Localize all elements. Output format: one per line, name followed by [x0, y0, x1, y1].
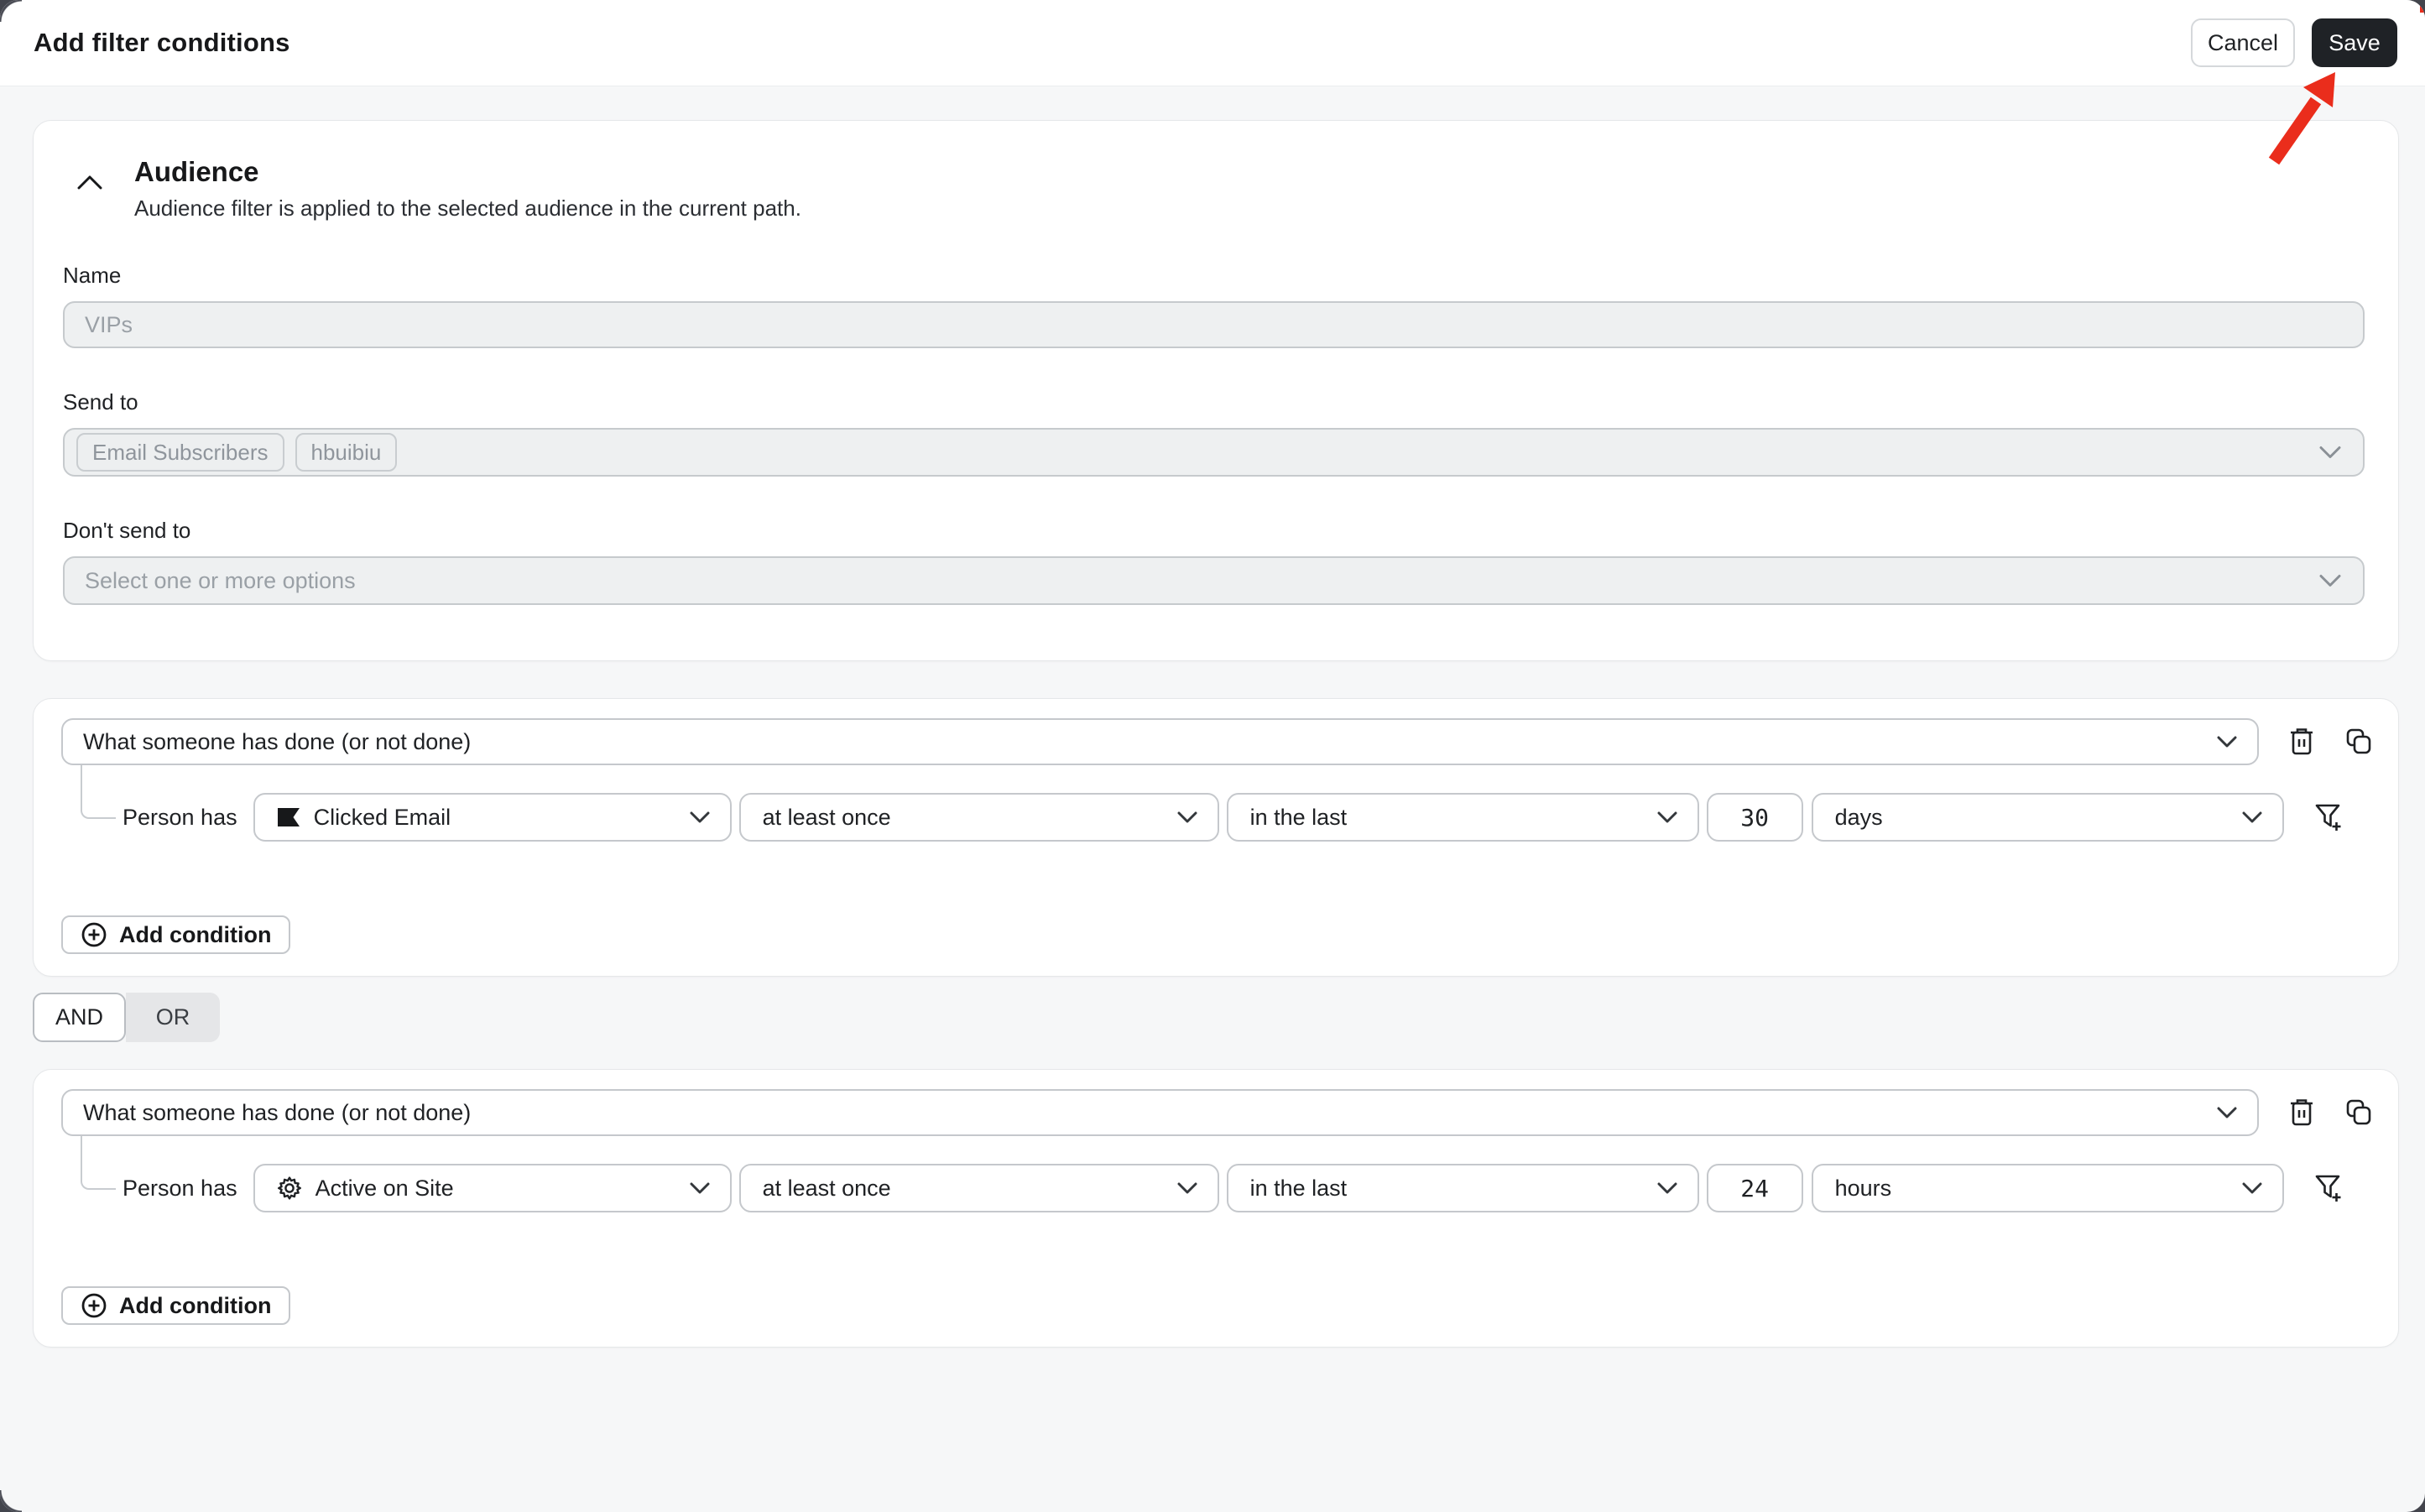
section-title: Audience	[134, 156, 259, 187]
select-placeholder: Select one or more options	[85, 567, 356, 593]
window-corner-artifact	[0, 0, 22, 22]
frequency-select[interactable]: at least once	[738, 793, 1219, 842]
chevron-down-icon	[690, 811, 710, 823]
amount-input[interactable]	[1706, 793, 1803, 842]
logic-or-button[interactable]: OR	[126, 993, 220, 1042]
unit-select[interactable]: hours	[1811, 1164, 2284, 1212]
chevron-down-icon	[1177, 1182, 1197, 1194]
name-label: Name	[63, 263, 122, 288]
condition-type-select[interactable]: What someone has done (or not done)	[61, 1089, 2259, 1136]
frequency-value: at least once	[762, 804, 891, 830]
condition-subject-label: Person has	[123, 804, 237, 830]
add-filter-button[interactable]	[2314, 1173, 2343, 1203]
header-actions: Cancel Save	[2191, 18, 2397, 67]
chevron-down-icon	[2242, 1182, 2262, 1194]
chevron-down-icon	[1657, 1182, 1677, 1194]
condition-type-row: What someone has done (or not done)	[61, 1089, 2373, 1136]
chevron-down-icon	[2217, 1107, 2237, 1118]
dont-send-to-select[interactable]: Select one or more options	[63, 556, 2365, 605]
chevron-down-icon	[1177, 811, 1197, 823]
condition-connector-line	[81, 1136, 116, 1190]
add-filter-button[interactable]	[2314, 802, 2343, 832]
collapse-section-button[interactable]	[76, 168, 104, 196]
condition-type-value: What someone has done (or not done)	[83, 728, 472, 754]
condition-connector-line	[81, 765, 116, 819]
condition-subject-label: Person has	[123, 1175, 237, 1201]
condition-row: Person has Active on Site at least once	[123, 1164, 2373, 1212]
copy-icon	[2346, 728, 2371, 754]
filter-plus-icon	[2315, 804, 2341, 831]
plus-circle-icon	[81, 922, 107, 947]
red-edge-artifact	[2420, 0, 2425, 13]
unit-value: days	[1834, 804, 1883, 830]
chevron-down-icon	[2217, 736, 2237, 748]
logic-operator-toggle: AND OR	[33, 993, 2399, 1042]
save-button[interactable]: Save	[2312, 18, 2397, 67]
chevron-up-icon	[77, 175, 102, 190]
condition-card-2: What someone has done (or not done) Pers…	[33, 1069, 2399, 1348]
delete-condition-button[interactable]	[2287, 1098, 2316, 1128]
window-corner-artifact	[0, 1490, 22, 1512]
timeframe-select[interactable]: in the last	[1226, 793, 1699, 842]
duplicate-condition-button[interactable]	[2344, 727, 2373, 757]
dialog-content: Audience Audience filter is applied to t…	[0, 86, 2425, 1348]
add-filter-conditions-dialog: Add filter conditions Cancel Save Audien…	[0, 0, 2425, 1512]
add-condition-button[interactable]: Add condition	[61, 1286, 291, 1325]
unit-value: hours	[1834, 1175, 1892, 1201]
frequency-select[interactable]: at least once	[738, 1164, 1219, 1212]
condition-type-select[interactable]: What someone has done (or not done)	[61, 718, 2259, 765]
add-condition-label: Add condition	[119, 1292, 272, 1318]
chevron-down-icon	[1657, 811, 1677, 823]
gear-icon	[277, 1176, 301, 1200]
event-select[interactable]: Active on Site	[253, 1164, 732, 1212]
cancel-button[interactable]: Cancel	[2191, 18, 2295, 67]
audience-header-text: Audience Audience filter is applied to t…	[134, 156, 801, 222]
timeframe-value: in the last	[1249, 1175, 1348, 1201]
amount-input[interactable]	[1706, 1164, 1803, 1212]
logic-and-button[interactable]: AND	[33, 993, 126, 1042]
frequency-value: at least once	[762, 1175, 891, 1201]
delete-condition-button[interactable]	[2287, 727, 2316, 757]
add-condition-button[interactable]: Add condition	[61, 915, 291, 954]
trash-icon	[2291, 728, 2313, 755]
event-select[interactable]: Clicked Email	[253, 793, 732, 842]
condition-row: Person has Clicked Email at least once i…	[123, 793, 2373, 842]
copy-icon	[2346, 1099, 2371, 1125]
condition-type-row: What someone has done (or not done)	[61, 718, 2373, 765]
chevron-down-icon	[2319, 446, 2341, 458]
dont-send-to-label: Don't send to	[63, 518, 191, 543]
name-input[interactable]	[63, 301, 2365, 348]
audience-tag[interactable]: Email Subscribers	[76, 433, 284, 472]
send-to-label: Send to	[63, 389, 138, 414]
section-description: Audience filter is applied to the select…	[134, 196, 801, 221]
timeframe-value: in the last	[1249, 804, 1348, 830]
audience-tag[interactable]: hbuibiu	[295, 433, 398, 472]
send-to-select[interactable]: Email Subscribers hbuibiu	[63, 428, 2365, 477]
event-value: Clicked Email	[313, 804, 451, 830]
condition-card-1: What someone has done (or not done) Pers…	[33, 698, 2399, 977]
audience-header: Audience Audience filter is applied to t…	[63, 156, 2365, 222]
page-title: Add filter conditions	[34, 28, 290, 57]
duplicate-condition-button[interactable]	[2344, 1098, 2373, 1128]
chevron-down-icon	[2319, 575, 2341, 587]
chevron-down-icon	[2242, 811, 2262, 823]
dialog-header: Add filter conditions Cancel Save	[0, 0, 2425, 86]
timeframe-select[interactable]: in the last	[1226, 1164, 1699, 1212]
trash-icon	[2291, 1099, 2313, 1126]
condition-type-value: What someone has done (or not done)	[83, 1099, 472, 1125]
filter-plus-icon	[2315, 1175, 2341, 1202]
unit-select[interactable]: days	[1811, 793, 2284, 842]
plus-circle-icon	[81, 1293, 107, 1318]
audience-section: Audience Audience filter is applied to t…	[33, 120, 2399, 661]
add-condition-label: Add condition	[119, 921, 272, 947]
event-value: Active on Site	[315, 1175, 454, 1201]
flag-icon	[277, 808, 300, 826]
chevron-down-icon	[690, 1182, 710, 1194]
